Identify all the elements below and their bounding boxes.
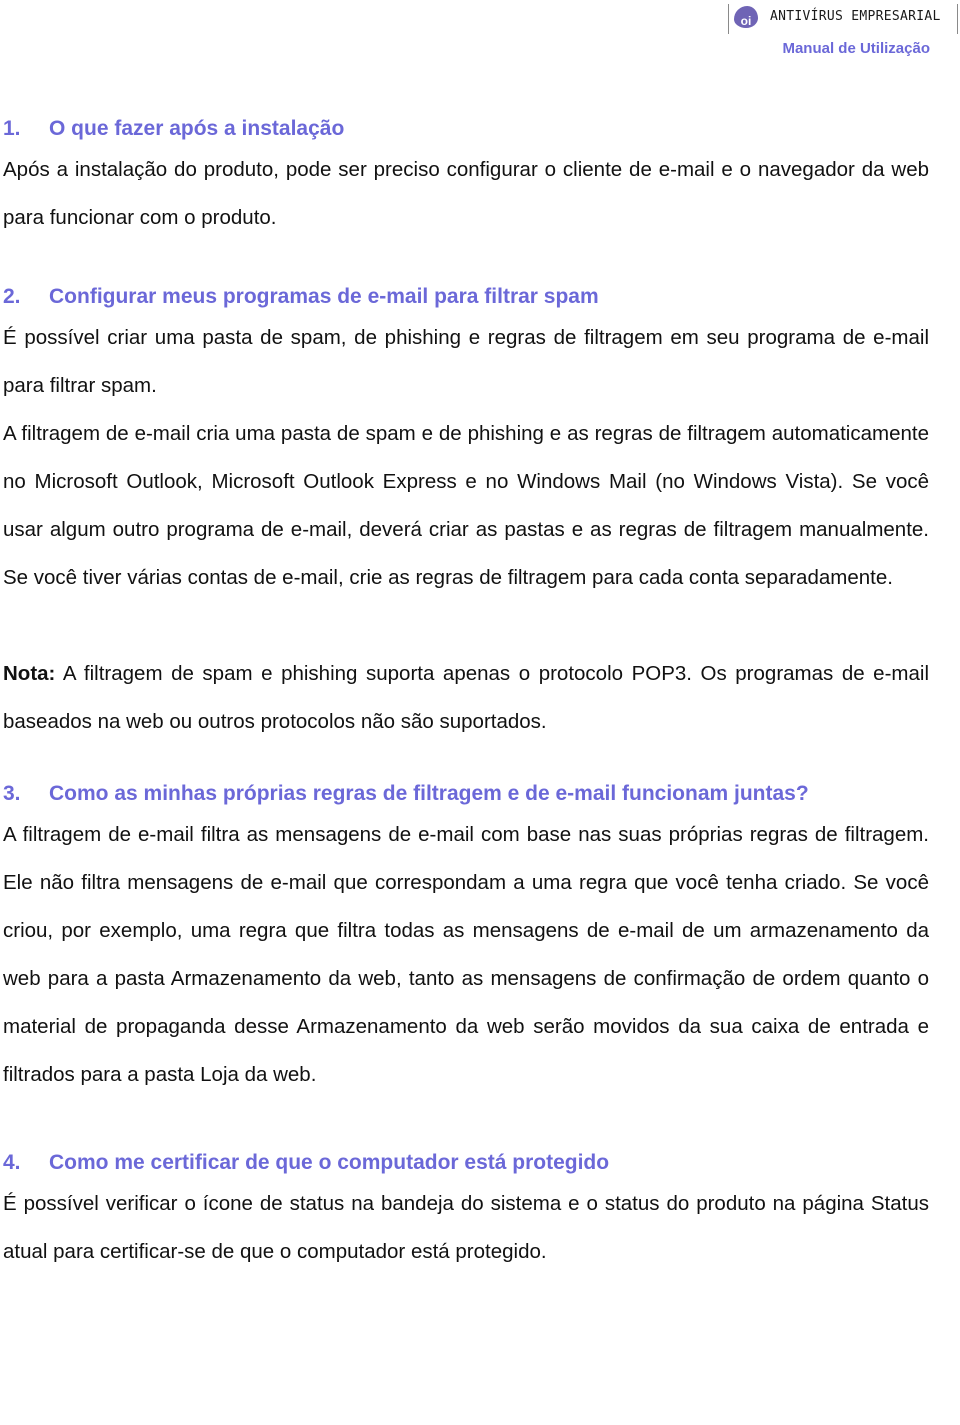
manual-subtitle: Manual de Utilização	[782, 40, 930, 57]
paragraph: Após a instalação do produto, pode ser p…	[3, 158, 929, 229]
section-heading: 2. Configurar meus programas de e-mail pa…	[3, 281, 929, 313]
section-title: Como as minhas próprias regras de filtra…	[49, 782, 809, 805]
brand-name: ANTIVÍRUS EMPRESARIAL	[770, 9, 941, 24]
section-heading: 4. Como me certificar de que o computador…	[3, 1147, 929, 1179]
note-label: Nota:	[3, 662, 56, 685]
paragraph: É possível verificar o ícone de status n…	[3, 1192, 929, 1263]
paragraph: É possível criar uma pasta de spam, de p…	[3, 326, 929, 397]
note-paragraph: Nota: A filtragem de spam e phishing sup…	[3, 650, 929, 746]
paragraph: A filtragem de e-mail filtra as mensagen…	[3, 823, 929, 1086]
header-divider	[957, 4, 958, 34]
section-number: 3.	[3, 782, 21, 805]
section-1: 1. O que fazer após a instalação Após a i…	[3, 113, 929, 242]
paragraph: A filtragem de e-mail cria uma pasta de …	[3, 422, 929, 589]
section-heading: 3. Como as minhas próprias regras de filt…	[3, 778, 929, 810]
logo-text: oi	[740, 14, 752, 28]
note-text: A filtragem de spam e phishing suporta a…	[3, 662, 929, 733]
header-divider	[728, 4, 729, 34]
section-4: 4. Como me certificar de que o computador…	[3, 1147, 929, 1276]
section-title: Configurar meus programas de e-mail para…	[49, 285, 599, 308]
section-title: Como me certificar de que o computador e…	[49, 1151, 610, 1174]
section-3: 3. Como as minhas próprias regras de filt…	[3, 778, 929, 1099]
page-header: oi ANTIVÍRUS EMPRESARIAL Manual de Utili…	[720, 0, 960, 70]
section-heading: 1. O que fazer após a instalação	[3, 113, 929, 145]
section-number: 2.	[3, 285, 21, 308]
section-2: 2. Configurar meus programas de e-mail pa…	[3, 281, 929, 746]
oi-logo-icon: oi	[734, 6, 758, 28]
section-number: 1.	[3, 117, 21, 140]
section-number: 4.	[3, 1151, 21, 1174]
document-body: 1. O que fazer após a instalação Após a i…	[3, 113, 929, 1276]
section-title: O que fazer após a instalação	[49, 117, 345, 140]
